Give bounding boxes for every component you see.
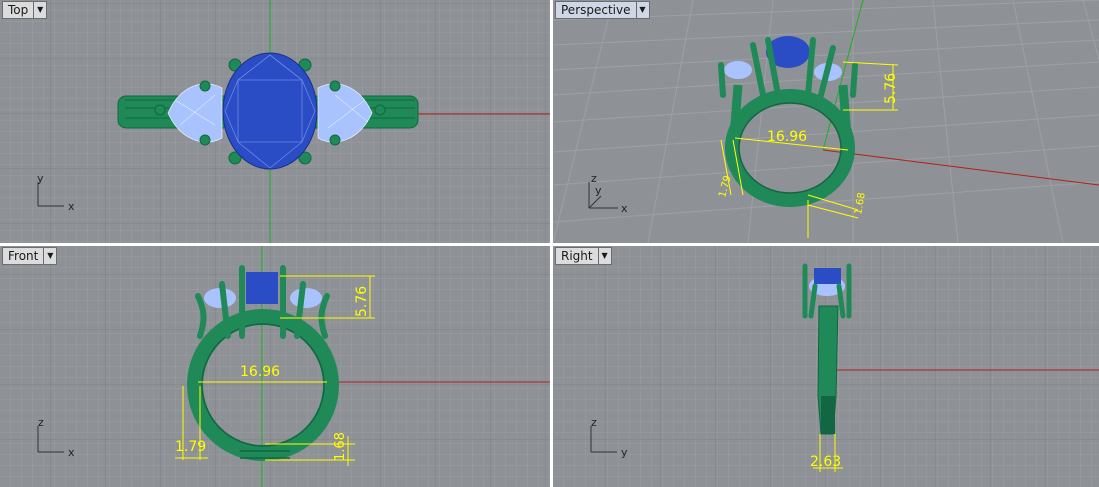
dim-inner-diameter: 16.96	[767, 129, 807, 145]
front-view-canvas[interactable]: 16.96 5.76 1.79 1.68 z x	[0, 246, 550, 487]
viewport-title-tab[interactable]: Perspective ▼	[555, 1, 650, 19]
right-view-canvas[interactable]: 2.63 z y	[553, 246, 1099, 487]
viewport-title[interactable]: Top	[3, 2, 33, 18]
viewport-title[interactable]: Right	[556, 248, 598, 264]
axis-label-h: x	[621, 202, 628, 215]
dim-inner-diameter: 16.96	[240, 364, 280, 380]
dim-band-depth: 2.63	[810, 454, 841, 470]
dim-setting-height: 5.76	[354, 286, 370, 317]
viewport-title-tab[interactable]: Right ▼	[555, 247, 612, 265]
axis-label-h: y	[621, 446, 628, 459]
viewport-title[interactable]: Front	[3, 248, 43, 264]
dropdown-icon[interactable]: ▼	[597, 248, 611, 264]
axis-label-v: z	[38, 416, 44, 429]
axis-label-v: y	[595, 184, 602, 197]
dim-setting-height: 5.76	[883, 73, 899, 104]
viewport-title-tab[interactable]: Top ▼	[2, 1, 48, 19]
axis-label-v: y	[37, 172, 44, 185]
center-stone	[246, 272, 278, 304]
dim-band-thickness: 1.68	[333, 432, 348, 461]
top-view-canvas[interactable]: y x	[0, 0, 550, 243]
center-stone	[222, 52, 318, 170]
viewport-perspective[interactable]: 16.96 5.76 1.79 1.68 z y x Perspective ▼	[553, 0, 1099, 243]
viewport-title-tab[interactable]: Front ▼	[2, 247, 58, 265]
side-stone-left	[724, 61, 752, 79]
axis-label-h: x	[68, 446, 75, 459]
viewport-front[interactable]: 16.96 5.76 1.79 1.68 z x Front ▼	[0, 246, 550, 487]
dim-band-width: 1.79	[175, 439, 206, 455]
side-stone-right	[290, 288, 322, 308]
center-stone	[814, 268, 841, 284]
axis-label-v: z	[591, 416, 597, 429]
viewport-top[interactable]: y x Top ▼	[0, 0, 550, 243]
perspective-view-canvas[interactable]: 16.96 5.76 1.79 1.68 z y x	[553, 0, 1099, 243]
viewport-right[interactable]: 2.63 z y Right ▼	[553, 246, 1099, 487]
axis-label-h: x	[68, 200, 75, 213]
viewport-title[interactable]: Perspective	[556, 2, 636, 18]
dropdown-icon[interactable]: ▼	[33, 2, 46, 18]
dropdown-icon[interactable]: ▼	[635, 2, 649, 18]
dropdown-icon[interactable]: ▼	[43, 248, 56, 264]
